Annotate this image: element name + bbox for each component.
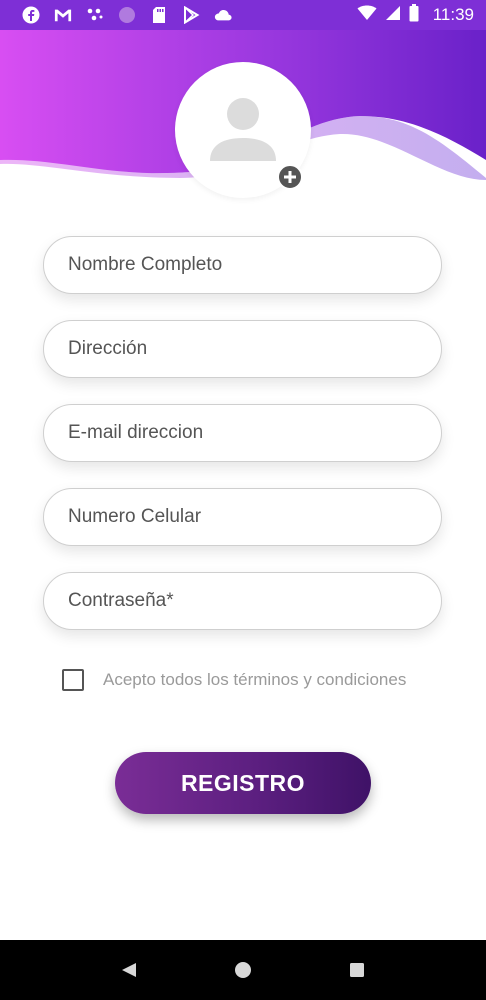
register-button[interactable]: REGISTRO (115, 752, 371, 814)
email-field[interactable] (43, 404, 442, 462)
address-field[interactable] (43, 320, 442, 378)
cloud-icon (214, 6, 232, 24)
sd-card-icon (150, 6, 168, 24)
password-input[interactable] (44, 573, 441, 629)
terms-row[interactable]: Acepto todos los términos y condiciones (62, 669, 406, 691)
full-name-field[interactable] (43, 236, 442, 294)
recents-button[interactable] (337, 950, 377, 990)
password-field[interactable] (43, 572, 442, 630)
terms-label: Acepto todos los términos y condiciones (103, 670, 407, 689)
notification-icons (22, 6, 232, 24)
email-input[interactable] (44, 405, 441, 461)
status-time: 11:39 (432, 5, 474, 24)
person-icon (210, 98, 276, 161)
status-bar: 11:39 (0, 0, 486, 30)
system-status-icons: 11:39 (357, 3, 474, 27)
wifi-icon (357, 5, 377, 26)
recents-icon (350, 963, 364, 977)
dots-icon (86, 6, 104, 24)
facebook-icon (22, 6, 40, 24)
gmail-icon (54, 6, 72, 24)
home-button[interactable] (223, 950, 263, 990)
terms-checkbox[interactable] (62, 669, 84, 691)
play-store-icon (182, 6, 200, 24)
address-input[interactable] (44, 321, 441, 377)
add-photo-button[interactable] (277, 164, 303, 190)
full-name-input[interactable] (44, 237, 441, 293)
circle-icon (118, 6, 136, 24)
signal-icon (385, 5, 401, 26)
phone-field[interactable] (43, 488, 442, 546)
battery-icon (409, 3, 419, 27)
back-icon (122, 963, 136, 977)
plus-icon (284, 171, 296, 183)
navigation-bar (0, 940, 486, 1000)
phone-input[interactable] (44, 489, 441, 545)
back-button[interactable] (109, 950, 149, 990)
home-icon (235, 962, 251, 978)
